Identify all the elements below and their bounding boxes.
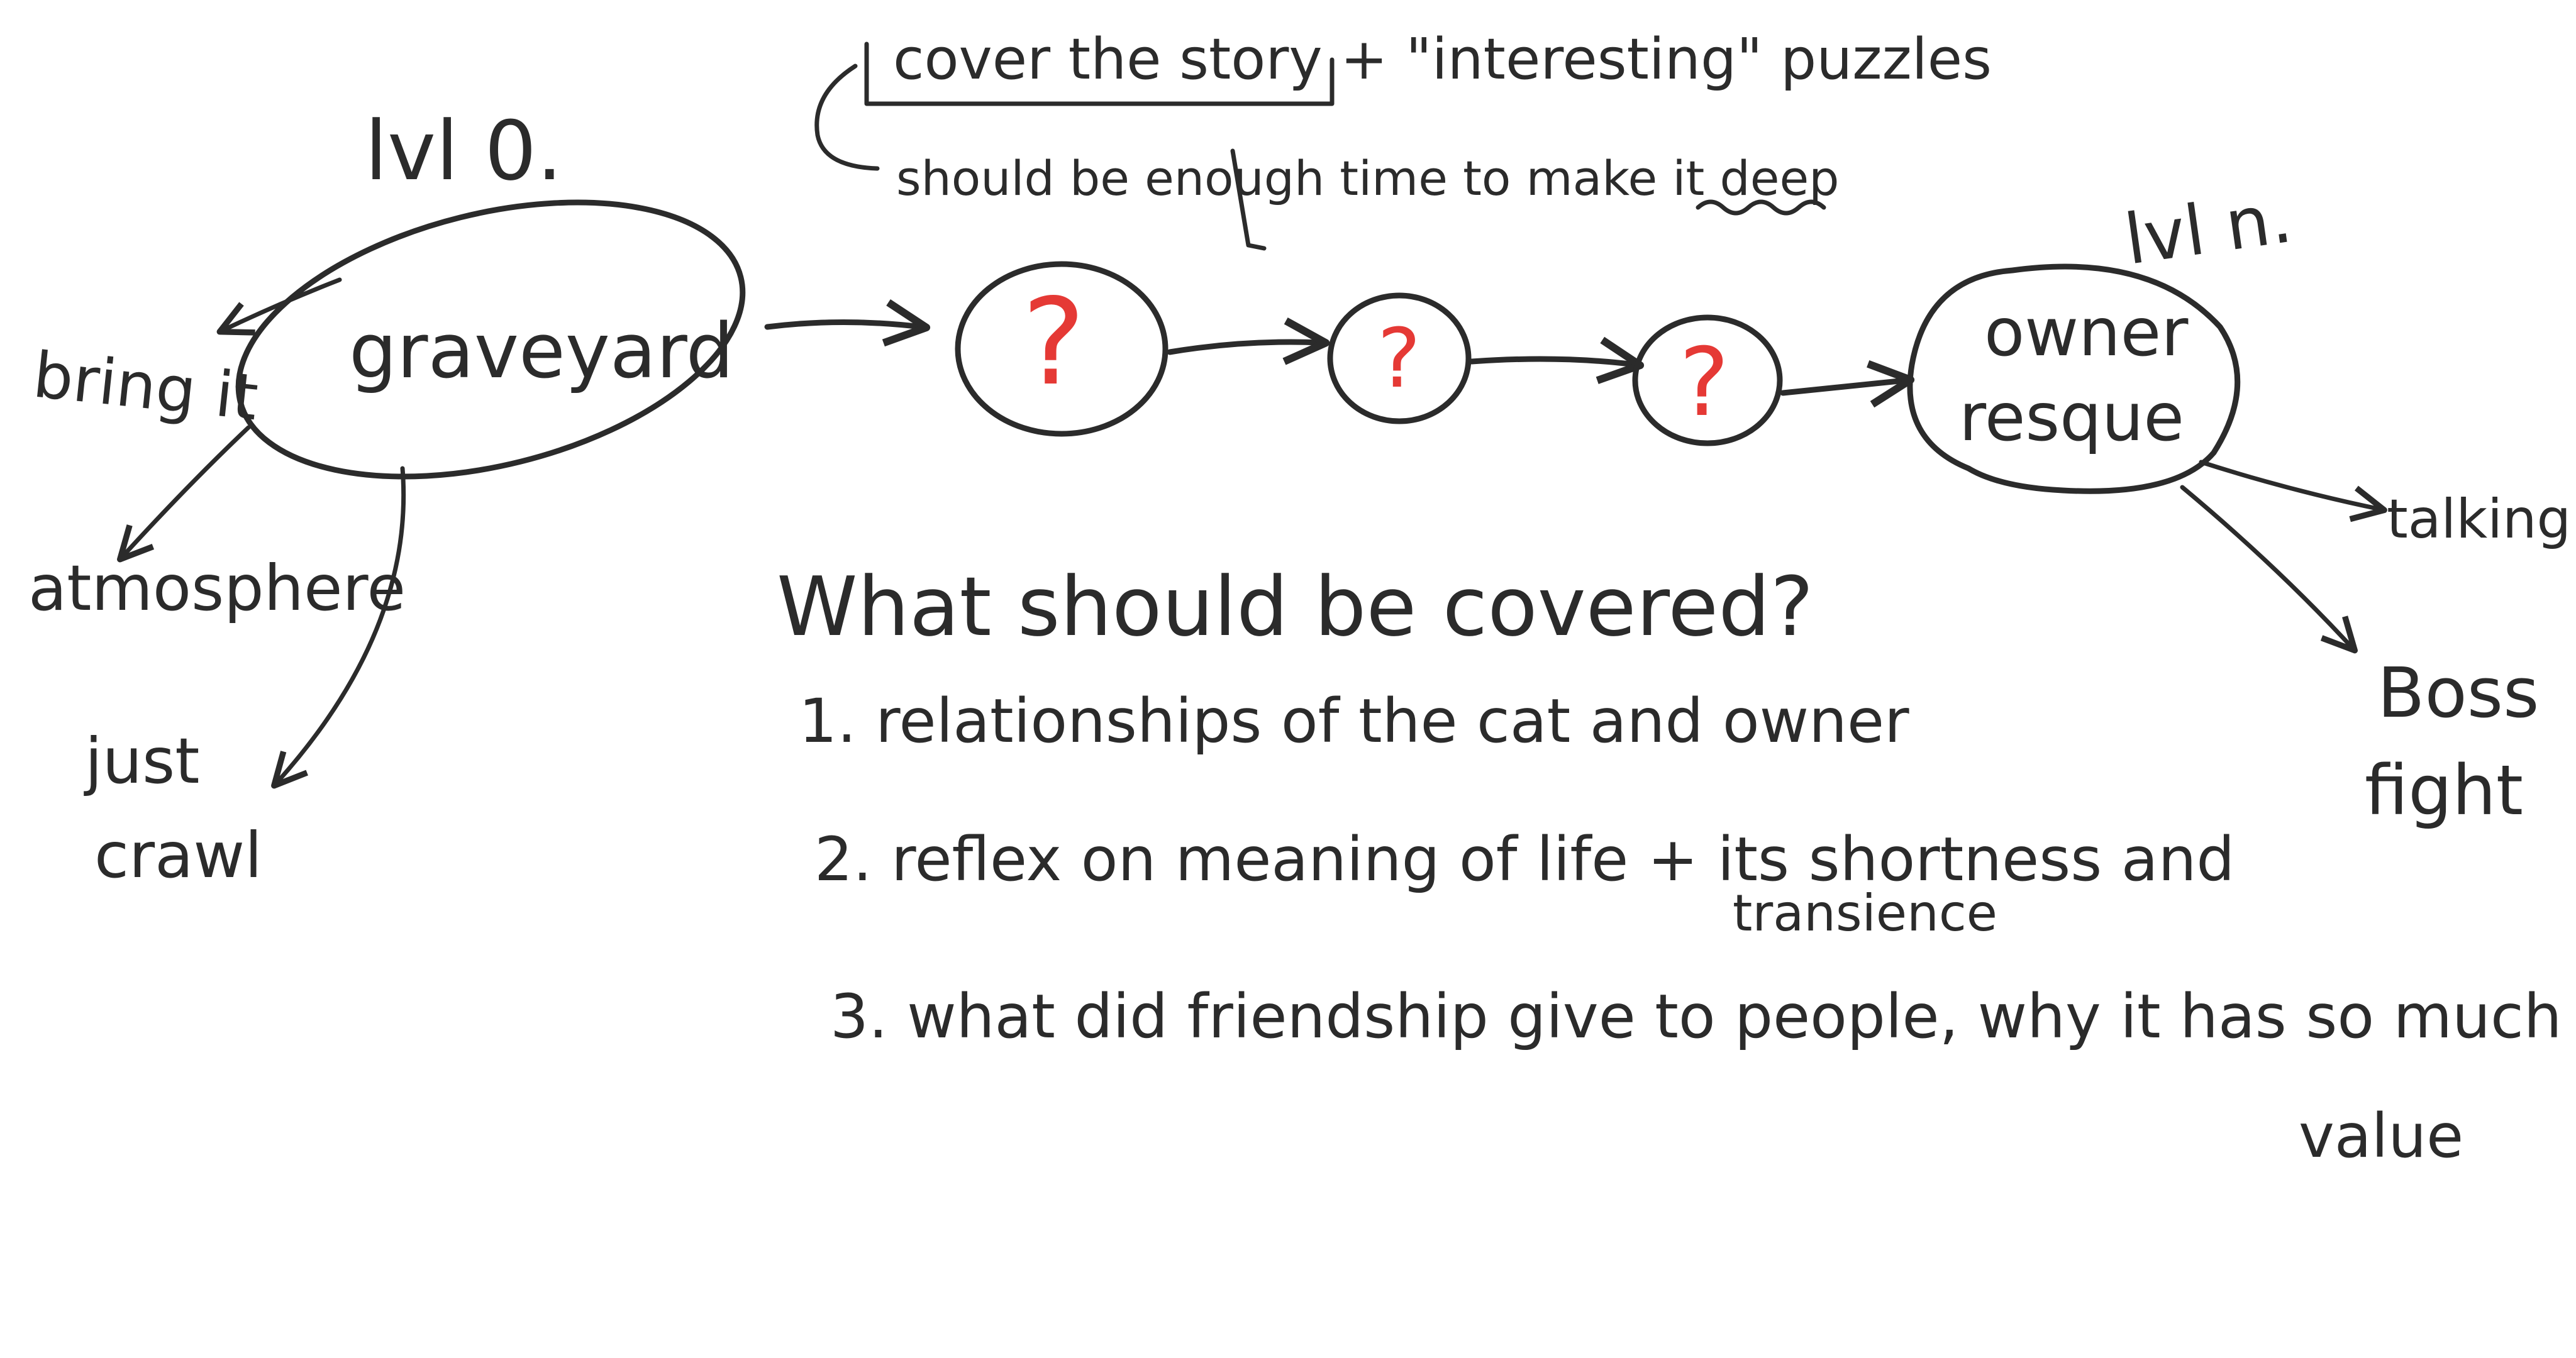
owner-rescue-line-1: owner <box>1984 294 2189 371</box>
note-enough-time: should be enough time to make it deep <box>896 150 1839 206</box>
graveyard-label: graveyard <box>349 308 734 395</box>
branch-arrow-boss-fight <box>2180 485 2358 654</box>
branch-arrow-talking <box>2199 460 2387 522</box>
top-notes: cover the story + "interesting" puzzles … <box>814 26 1992 251</box>
note-cover-story: cover the story + "interesting" puzzles <box>893 26 1992 92</box>
branch-boss: Boss <box>2377 653 2539 733</box>
node-owner-rescue: owner resque <box>1907 263 2241 494</box>
level-start-label: lvl 0. <box>365 103 563 199</box>
unknown-node-3-label: ? <box>1679 328 1729 438</box>
branch-talking: talking <box>2387 488 2571 551</box>
coverage-list: What should be covered? 1. relationships… <box>777 559 2562 1171</box>
owner-rescue-branches: talking Boss fight <box>2180 460 2571 831</box>
branch-just: just <box>84 724 199 798</box>
branch-arrow-bring-it <box>216 277 342 336</box>
coverage-item-2-continued: transience <box>1733 884 1997 942</box>
flow-arrow-4 <box>1780 360 1915 408</box>
coverage-item-3-continued: value <box>2299 1101 2463 1171</box>
whiteboard-sketch: cover the story + "interesting" puzzles … <box>28 26 2571 1171</box>
unknown-node-1-label: ? <box>1022 273 1085 412</box>
branch-bring-it: bring it <box>30 338 261 435</box>
owner-rescue-line-2: resque <box>1959 379 2184 456</box>
unknown-node-2-label: ? <box>1377 311 1421 406</box>
flow-arrow-1 <box>764 299 931 347</box>
branch-atmosphere: atmosphere <box>28 551 406 625</box>
branch-arrow-just-crawl <box>271 466 406 789</box>
branch-arrow-atmosphere <box>117 425 251 563</box>
branch-fight: fight <box>2365 750 2523 831</box>
node-graveyard: graveyard <box>235 199 746 480</box>
branch-crawl: crawl <box>94 819 262 892</box>
coverage-heading: What should be covered? <box>777 559 1814 654</box>
main-flow: ? ? ? <box>764 261 1915 446</box>
deep-underline-squiggle <box>1696 199 1826 216</box>
coverage-item-3: 3. what did friendship give to people, w… <box>830 981 2562 1052</box>
level-end-label: lvl n. <box>2120 177 2297 280</box>
flow-arrow-3 <box>1468 336 1645 384</box>
flow-arrow-2 <box>1167 317 1330 365</box>
coverage-item-2: 2. reflex on meaning of life + its short… <box>814 824 2235 895</box>
coverage-item-1: 1. relationships of the cat and owner <box>799 686 1909 756</box>
